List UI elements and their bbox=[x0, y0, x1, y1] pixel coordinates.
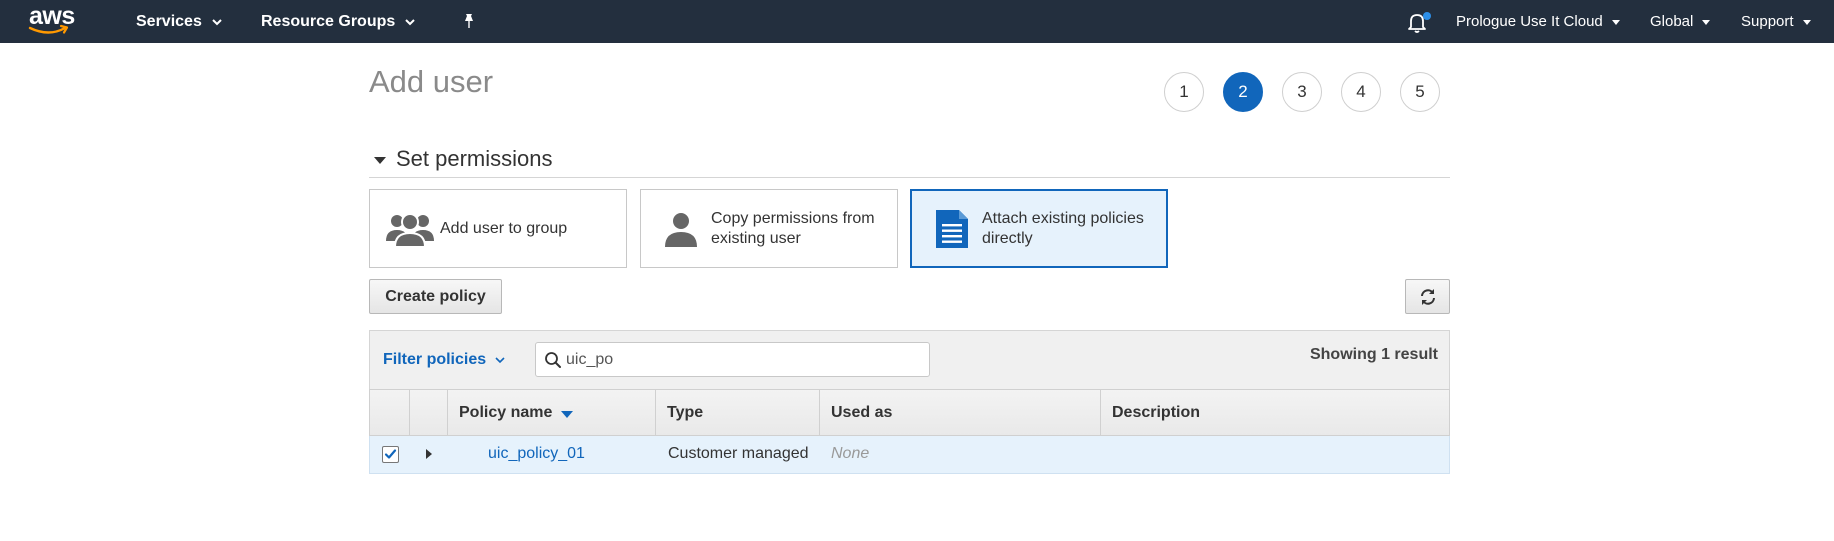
table-row[interactable]: uic_policy_01 Customer managed None bbox=[369, 436, 1450, 474]
column-label: Policy name bbox=[459, 404, 553, 421]
services-label: Services bbox=[136, 12, 202, 30]
policy-type: Customer managed bbox=[668, 445, 809, 462]
option-label: Copy permissions from existing user bbox=[711, 209, 875, 247]
top-nav-bar: aws Services Resource Groups Prologue Us… bbox=[0, 0, 1834, 43]
column-label: Used as bbox=[831, 404, 893, 421]
header-expander-column bbox=[410, 390, 448, 436]
pin-icon[interactable] bbox=[461, 13, 477, 29]
account-menu[interactable]: Prologue Use It Cloud bbox=[1456, 0, 1621, 43]
chevron-down-icon bbox=[495, 357, 505, 364]
column-label: Type bbox=[667, 404, 704, 421]
set-permissions-header[interactable]: Set permissions bbox=[374, 146, 553, 172]
result-count: Showing 1 result bbox=[1309, 346, 1438, 363]
chevron-down-icon bbox=[405, 18, 415, 25]
step-5[interactable]: 5 bbox=[1400, 72, 1440, 112]
option-label: Add user to group bbox=[440, 219, 568, 237]
search-input[interactable]: uic_po bbox=[535, 342, 930, 377]
header-checkbox-column bbox=[370, 390, 410, 436]
group-icon bbox=[382, 201, 438, 257]
filter-bar: Filter policies uic_po Showing 1 result bbox=[369, 330, 1450, 389]
table-header: Policy name Type Used as Description bbox=[369, 389, 1450, 436]
column-header-used-as[interactable]: Used as bbox=[820, 390, 1101, 436]
resource-groups-menu[interactable]: Resource Groups bbox=[261, 0, 416, 43]
option-copy-permissions[interactable]: Copy permissions from existing user bbox=[640, 189, 898, 268]
support-label: Support bbox=[1741, 13, 1794, 30]
create-policy-button[interactable]: Create policy bbox=[369, 279, 502, 314]
step-2[interactable]: 2 bbox=[1223, 72, 1263, 112]
step-4[interactable]: 4 bbox=[1341, 72, 1381, 112]
option-attach-policies[interactable]: Attach existing policies directly bbox=[910, 189, 1168, 268]
services-menu[interactable]: Services bbox=[136, 0, 223, 43]
caret-down-icon bbox=[1702, 19, 1711, 25]
sort-descending-icon[interactable] bbox=[561, 410, 574, 418]
row-checkbox[interactable] bbox=[382, 446, 399, 463]
step-1[interactable]: 1 bbox=[1164, 72, 1204, 112]
page-title: Add user bbox=[369, 64, 494, 99]
search-value: uic_po bbox=[566, 351, 614, 368]
resource-groups-label: Resource Groups bbox=[261, 12, 396, 30]
option-label: Attach existing policies directly bbox=[982, 209, 1144, 247]
account-label: Prologue Use It Cloud bbox=[1456, 13, 1603, 30]
support-menu[interactable]: Support bbox=[1741, 0, 1812, 43]
policy-name-link[interactable]: uic_policy_01 bbox=[488, 445, 585, 463]
section-divider bbox=[369, 177, 1450, 178]
refresh-button[interactable] bbox=[1405, 279, 1450, 314]
option-add-user-to-group[interactable]: Add user to group bbox=[369, 189, 627, 268]
column-header-policy-name[interactable]: Policy name bbox=[448, 390, 656, 436]
caret-down-icon bbox=[1802, 19, 1811, 25]
filter-policies-label: Filter policies bbox=[383, 351, 487, 368]
region-menu[interactable]: Global bbox=[1650, 0, 1711, 43]
filter-policies-dropdown[interactable]: Filter policies bbox=[383, 351, 506, 369]
aws-smile-icon bbox=[28, 24, 69, 34]
document-icon bbox=[924, 201, 980, 257]
notifications-button[interactable] bbox=[1405, 10, 1431, 34]
refresh-icon bbox=[1420, 288, 1435, 305]
step-3[interactable]: 3 bbox=[1282, 72, 1322, 112]
search-icon bbox=[545, 352, 561, 368]
section-title: Set permissions bbox=[396, 146, 553, 171]
user-icon bbox=[653, 201, 709, 257]
region-label: Global bbox=[1650, 13, 1694, 30]
notification-dot bbox=[1423, 12, 1431, 20]
policy-used-as: None bbox=[831, 445, 870, 462]
column-label: Description bbox=[1112, 404, 1201, 421]
chevron-down-icon bbox=[212, 18, 222, 25]
column-header-type[interactable]: Type bbox=[656, 390, 820, 436]
aws-logo[interactable]: aws bbox=[27, 2, 77, 40]
expand-row-icon[interactable] bbox=[426, 449, 432, 459]
column-header-description[interactable]: Description bbox=[1101, 390, 1449, 436]
caret-down-icon bbox=[1611, 19, 1620, 25]
checkmark-icon bbox=[384, 449, 397, 459]
collapse-caret-icon bbox=[374, 157, 386, 164]
